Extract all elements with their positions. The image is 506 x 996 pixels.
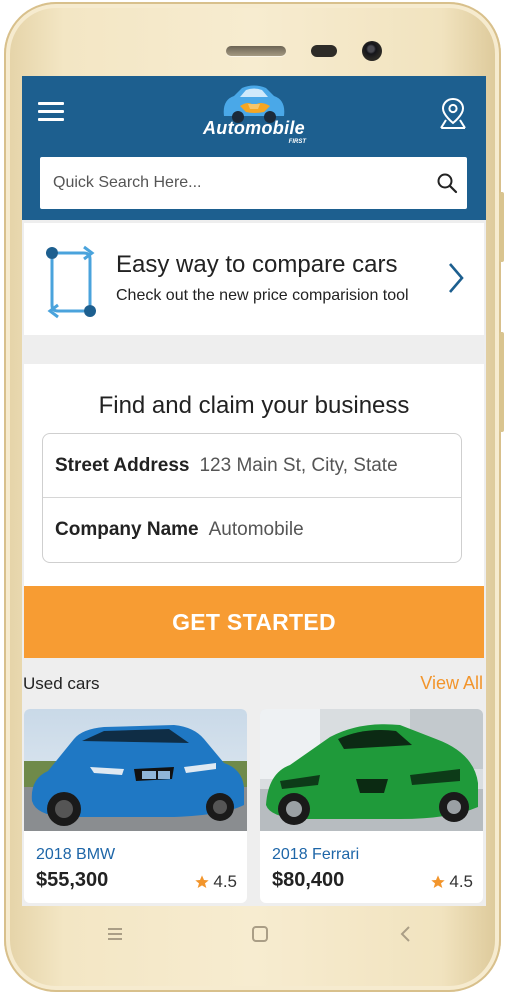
rating-value: 4.5 (213, 872, 237, 891)
compare-cars-banner[interactable]: Easy way to compare cars Check out the n… (24, 223, 484, 335)
used-cars-heading: Used cars (23, 674, 100, 693)
car-price: $55,300 (36, 869, 109, 891)
compare-title: Easy way to compare cars (116, 251, 398, 278)
menu-nav-icon[interactable] (100, 922, 130, 946)
street-address-field[interactable]: Street Address 123 Main St, City, State (43, 434, 461, 498)
back-nav-icon[interactable] (392, 922, 422, 946)
business-form: Street Address 123 Main St, City, State … (42, 433, 462, 563)
car-card-bmw[interactable]: 2018 BMW $55,300 4.5 (24, 709, 247, 903)
company-name-field[interactable]: Company Name Automobile (43, 498, 461, 562)
search-icon[interactable] (427, 163, 467, 203)
car-price: $80,400 (272, 869, 345, 891)
earpiece-speaker (226, 46, 286, 56)
front-camera (362, 41, 382, 61)
automobile-first-logo[interactable]: Automobile FIRST (194, 80, 314, 150)
app-screen: Automobile FIRST Quick Search Here... Ea… (22, 76, 486, 906)
app-header: Automobile FIRST (22, 76, 486, 220)
view-all-link[interactable]: View All (420, 673, 483, 694)
company-name-label: Company Name (55, 519, 199, 540)
star-icon (195, 875, 210, 888)
get-started-button[interactable]: GET STARTED (24, 586, 484, 658)
car-rating: 4.5 (430, 872, 473, 892)
power-button (499, 332, 504, 432)
hamburger-menu-icon[interactable] (38, 102, 66, 124)
logo-text: Automobile (203, 118, 305, 138)
location-pin-icon[interactable] (438, 96, 468, 130)
chevron-right-icon[interactable] (446, 261, 466, 295)
claim-business-card: Find and claim your business Street Addr… (24, 364, 484, 586)
compare-subtitle: Check out the new price comparision tool (116, 287, 409, 304)
car-card-ferrari[interactable]: 2018 Ferrari $80,400 4.5 (260, 709, 483, 903)
car-name: 2018 BMW (36, 846, 116, 863)
street-address-value: 123 Main St, City, State (199, 454, 398, 476)
car-rating: 4.5 (194, 872, 237, 892)
home-nav-icon[interactable] (245, 922, 275, 946)
star-icon (431, 875, 446, 888)
quick-search-bar (40, 157, 467, 209)
logo-subtext: FIRST (288, 139, 306, 145)
compare-swap-icon (46, 245, 96, 319)
proximity-sensor (311, 45, 337, 57)
rating-value: 4.5 (449, 872, 473, 891)
business-title: Find and claim your business (98, 392, 410, 419)
company-name-value: Automobile (208, 519, 304, 540)
search-input[interactable] (40, 157, 427, 209)
bmw-car-image (24, 709, 247, 831)
ferrari-car-image (260, 709, 483, 831)
car-name: 2018 Ferrari (272, 846, 360, 863)
volume-button (499, 192, 504, 262)
street-address-label: Street Address (55, 454, 190, 476)
